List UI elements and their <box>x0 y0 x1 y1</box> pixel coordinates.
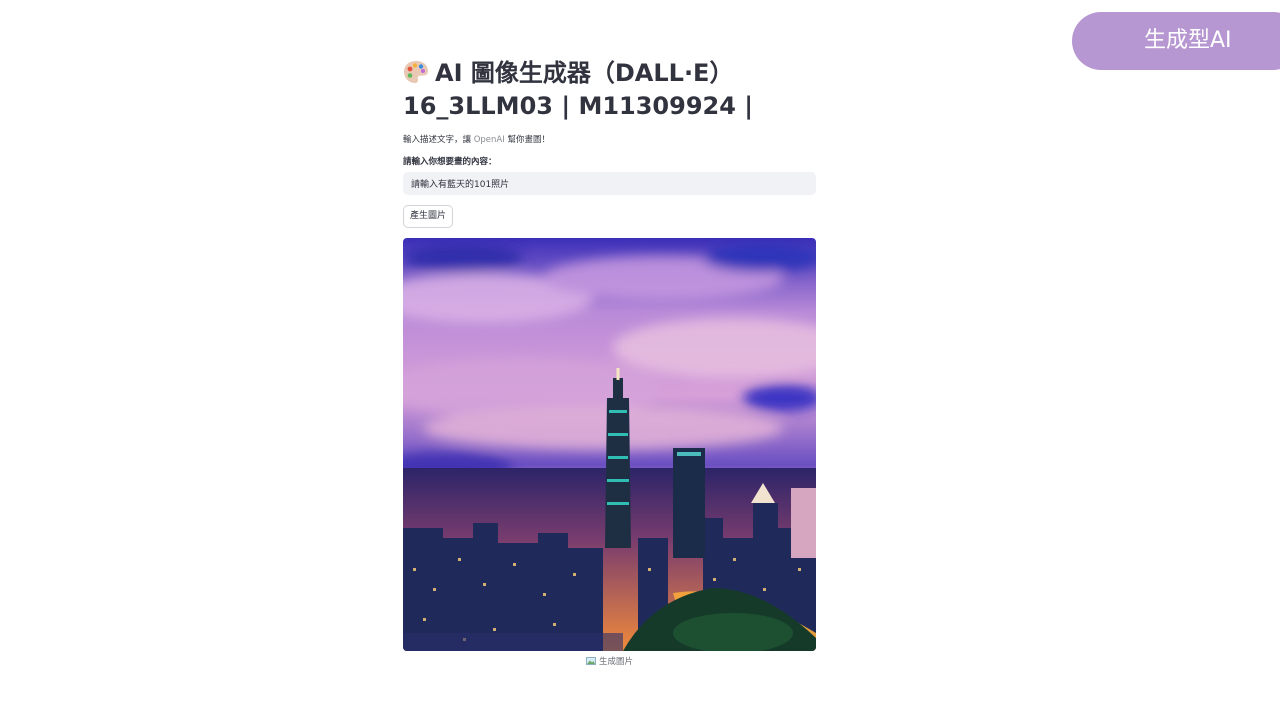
page-title: AI 圖像生成器（DALL·E） 16_3LLM03 | M11309924 | <box>403 58 816 121</box>
app-main: AI 圖像生成器（DALL·E） 16_3LLM03 | M11309924 |… <box>403 58 816 668</box>
subtitle-before: 輸入描述文字，讓 <box>403 135 472 145</box>
section-tag: 生成型AI <box>1072 12 1280 70</box>
image-caption: 生成圖片 <box>403 655 816 668</box>
title-line-2: 16_3LLM03 | M11309924 | <box>403 92 754 120</box>
prompt-label: 請輸入你想要畫的內容： <box>403 157 497 167</box>
subtitle-after: 幫你畫圖！ <box>507 135 550 145</box>
picture-icon <box>585 657 596 668</box>
prompt-input[interactable] <box>403 172 816 195</box>
generate-button[interactable]: 產生圖片 <box>403 205 454 228</box>
palette-icon <box>403 60 429 91</box>
section-tag-label: 生成型AI <box>1144 28 1232 53</box>
image-caption-text: 生成圖片 <box>598 657 633 667</box>
subtitle: 輸入描述文字，讓 OpenAI 幫你畫圖！ <box>403 133 816 145</box>
generated-image <box>403 238 816 651</box>
subtitle-brand: OpenAI <box>473 135 505 145</box>
title-line-1: AI 圖像生成器（DALL·E） <box>435 59 734 87</box>
